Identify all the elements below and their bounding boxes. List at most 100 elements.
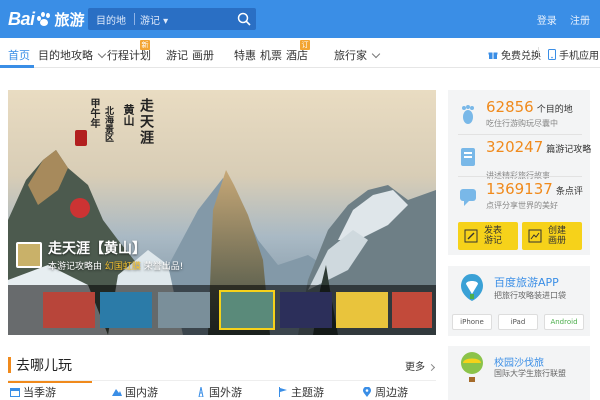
- red-seal-stamp: [75, 130, 87, 146]
- baidu-travel-logo[interactable]: Bai 旅游: [8, 7, 85, 31]
- tab-label: 当季游: [23, 386, 56, 399]
- search-icon[interactable]: [236, 11, 252, 27]
- nav-album[interactable]: 画册: [192, 47, 214, 63]
- nav-divider: [538, 47, 539, 59]
- nav-travelogue[interactable]: 游记: [166, 47, 188, 63]
- platform-label: iPhone: [460, 318, 484, 326]
- calligraphy-title: 走天涯: [138, 98, 154, 146]
- album-icon: [528, 229, 542, 243]
- author-name-link[interactable]: 幻国虹膜: [105, 262, 141, 272]
- author-avatar[interactable]: [16, 242, 42, 268]
- section-accent-bar: [8, 357, 11, 373]
- mobile-app-link[interactable]: 手机应用: [548, 47, 599, 62]
- main-nav: 首页 目的地攻略 行程计划 新 游记 画册 特惠 机票 酒店 订 旅行家 免费兑…: [0, 38, 600, 68]
- label-line: 画册: [548, 236, 567, 246]
- site-stats-panel: 62856个目的地 吃住行游购玩尽囊中 320247篇游记攻略 讲述精彩旅行故事…: [448, 90, 592, 255]
- android-download-button[interactable]: Android: [544, 314, 584, 330]
- round-seal-stamp: [70, 198, 90, 218]
- mobile-app-label: 手机应用: [559, 51, 599, 62]
- subtitle-prefix: 本游记攻略由: [48, 262, 103, 272]
- more-link[interactable]: 更多: [405, 358, 436, 373]
- hero-thumbnail[interactable]: [100, 292, 152, 328]
- app-icon[interactable]: [458, 272, 486, 302]
- mountain-icon: [112, 389, 122, 396]
- footprint-icon: [462, 105, 474, 124]
- campus-title[interactable]: 校园沙伐旅: [494, 354, 544, 369]
- new-badge: 新: [140, 40, 150, 50]
- logo-product: 旅游: [54, 10, 85, 29]
- campus-promo-panel[interactable]: 校园沙伐旅 国际大学生旅行联盟: [448, 346, 590, 400]
- calligraphy-area: 北海景区: [103, 106, 113, 142]
- hero-thumbnail[interactable]: [336, 292, 388, 328]
- campus-subtitle: 国际大学生旅行联盟: [494, 369, 566, 378]
- search-type-select[interactable]: 游记 ▾: [140, 12, 168, 27]
- calligraphy-year: 甲午年: [88, 98, 99, 128]
- label-line: 游记: [484, 236, 503, 246]
- stat-value: 1369137: [486, 180, 553, 198]
- nav-label: 目的地攻略: [38, 49, 93, 62]
- divider: [458, 134, 582, 135]
- nav-deals[interactable]: 特惠: [234, 47, 256, 63]
- where-to-go-tabs: 当季游 国内游 国外游 主题游 周边游: [8, 380, 436, 400]
- register-link[interactable]: 注册: [570, 16, 590, 27]
- paw-logo-icon: [36, 11, 52, 27]
- stat-value: 62856: [486, 98, 534, 116]
- tower-icon: [198, 387, 204, 397]
- nav-destination-guides[interactable]: 目的地攻略: [38, 47, 107, 63]
- stat-number: 320247 篇游记攻略: [486, 140, 592, 157]
- button-label: 创建 画册: [548, 226, 566, 246]
- tab-themed[interactable]: 主题游: [278, 384, 324, 400]
- hero-thumbnail[interactable]: [280, 292, 332, 328]
- hero-thumbnail[interactable]: [392, 292, 432, 328]
- stat-unit: 个目的地: [536, 105, 573, 115]
- tab-international[interactable]: 国外游: [196, 384, 242, 400]
- divider: [458, 176, 582, 177]
- calligraphy-place: 黄山: [122, 104, 135, 126]
- search-box[interactable]: 目的地 游记 ▾: [88, 8, 256, 30]
- tab-seasonal[interactable]: 当季游: [10, 384, 56, 400]
- free-exchange-link[interactable]: 免费兑换: [488, 47, 541, 62]
- button-label: 发表 游记: [484, 226, 502, 246]
- flag-icon: [279, 387, 287, 397]
- subtitle-suffix: 荣誉出品!: [143, 262, 184, 272]
- nav-flights[interactable]: 机票: [260, 47, 282, 63]
- stat-number: 1369137 条点评: [486, 180, 583, 198]
- hero-subtitle: 本游记攻略由 幻国虹膜 荣誉出品!: [48, 259, 183, 272]
- login-link[interactable]: 登录: [537, 16, 557, 27]
- search-input[interactable]: 目的地: [96, 12, 126, 27]
- platform-label: Android: [550, 318, 578, 326]
- stat-number: 62856 个目的地: [486, 98, 573, 116]
- tab-label: 国内游: [125, 386, 158, 399]
- app-title[interactable]: 百度旅游APP: [494, 274, 559, 290]
- write-travelogue-button[interactable]: 发表 游记: [458, 222, 518, 250]
- balloon-icon: [461, 352, 483, 382]
- tab-domestic[interactable]: 国内游: [112, 384, 158, 400]
- tab-nearby[interactable]: 周边游: [362, 384, 408, 400]
- calendar-icon: [10, 388, 20, 397]
- stat-value: 320247: [486, 138, 544, 156]
- label-line: 发表: [484, 226, 503, 236]
- stat-unit: 篇游记攻略: [546, 145, 592, 155]
- tab-label: 主题游: [291, 386, 324, 399]
- free-exchange-label: 免费兑换: [501, 51, 541, 62]
- hero-thumbnail-active[interactable]: [219, 290, 275, 330]
- search-type-label: 游记: [140, 16, 160, 27]
- nav-travelers[interactable]: 旅行家: [334, 47, 381, 63]
- app-promo-panel: 百度旅游APP 把旅行攻略装进口袋 iPhone iPad Android: [448, 266, 590, 336]
- nav-home[interactable]: 首页: [8, 47, 30, 63]
- active-tab-indicator: [8, 381, 92, 383]
- gift-icon: [488, 52, 498, 60]
- account-links: 登录 注册: [527, 12, 590, 27]
- ipad-download-button[interactable]: iPad: [498, 314, 538, 330]
- hero-thumbnail[interactable]: [43, 292, 95, 328]
- iphone-download-button[interactable]: iPhone: [452, 314, 492, 330]
- nav-label: 旅行家: [334, 49, 367, 62]
- chevron-down-icon: [371, 49, 381, 59]
- hero-thumbnail[interactable]: [158, 292, 210, 328]
- book-icon: [461, 148, 475, 166]
- chevron-down-icon: [97, 49, 107, 59]
- create-album-button[interactable]: 创建 画册: [522, 222, 582, 250]
- nav-active-indicator: [0, 65, 34, 68]
- hero-title[interactable]: 走天涯【黄山】: [48, 238, 183, 258]
- hero-caption[interactable]: 走天涯【黄山】 本游记攻略由 幻国虹膜 荣誉出品!: [16, 238, 183, 272]
